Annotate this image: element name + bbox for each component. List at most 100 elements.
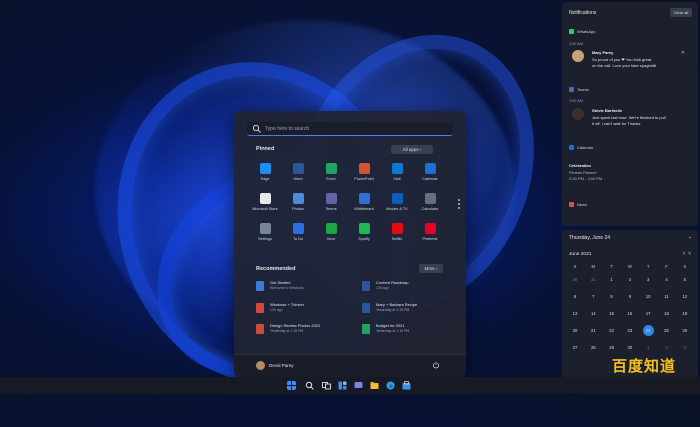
pinned-app-spotify[interactable]: Spotify (347, 223, 381, 241)
calendar-day[interactable]: 2 (621, 277, 639, 282)
calendar-day[interactable]: 25 (658, 328, 676, 333)
calendar-day[interactable]: 3 (676, 345, 694, 350)
calendar-day[interactable]: 21 (584, 328, 602, 333)
chat-icon[interactable] (354, 381, 363, 390)
widgets-icon[interactable] (338, 381, 347, 390)
more-button[interactable]: More › (419, 264, 443, 273)
pinned-app-teams[interactable]: Teams (314, 193, 348, 211)
spotify-icon (358, 223, 370, 234)
calendar-day[interactable]: 31 (584, 277, 602, 282)
notif-card-teams[interactable]: Stevie Bariholie Just spent last hour. W… (569, 106, 693, 134)
calendar-date-header: Thursday, June 24 (569, 235, 611, 241)
calendar-day[interactable]: 9 (621, 294, 639, 299)
task-view-icon[interactable] (322, 381, 331, 390)
calendar-day[interactable]: 24 (639, 328, 657, 333)
calendar-day[interactable]: 13 (566, 311, 584, 316)
pinned-app-excel[interactable]: Excel (314, 163, 348, 181)
close-icon[interactable]: ✕ (681, 50, 685, 56)
calendar-day[interactable]: 7 (584, 294, 602, 299)
notif-app-whatsapp: WhatsApp (569, 29, 595, 34)
calendar-day[interactable]: 8 (603, 294, 621, 299)
calculator-icon (424, 193, 436, 204)
pinned-app-edge[interactable]: Edge (248, 163, 282, 181)
calendar-day[interactable]: 28 (584, 345, 602, 350)
user-name[interactable]: Devid Parey (269, 363, 294, 368)
pinned-app-xbox[interactable]: Xbox (314, 223, 348, 241)
calendar-day[interactable]: 30 (566, 277, 584, 282)
calendar-day[interactable]: 18 (658, 311, 676, 316)
edge-icon[interactable] (386, 381, 395, 390)
pinned-app-whiteboard[interactable]: Whiteboard (347, 193, 381, 211)
calendar-day[interactable]: 2 (658, 345, 676, 350)
file-icon (362, 281, 370, 291)
pinned-app-powerpoint[interactable]: PowerPoint (347, 163, 381, 181)
recommended-item[interactable]: Content Roadmap 13h ago (362, 280, 457, 298)
calendar-day[interactable]: 6 (566, 294, 584, 299)
user-avatar[interactable] (256, 361, 265, 370)
all-apps-button[interactable]: All apps › (391, 145, 433, 154)
calendar-day[interactable]: 14 (584, 311, 602, 316)
pinned-app-mail[interactable]: Mail (380, 163, 414, 181)
taskbar (0, 377, 700, 394)
pinned-app-photos[interactable]: Photos (281, 193, 315, 211)
excel-icon (325, 163, 337, 174)
recommended-subtitle: Yesterday at 1:15 PM (376, 329, 410, 333)
recommended-item[interactable]: Get Started Welcome to Windows (256, 280, 351, 298)
calendar-day[interactable]: 3 (639, 277, 657, 282)
recommended-text: Mary + Barbara Recipe Yesterday at 1:15 P… (376, 302, 417, 312)
recommended-item[interactable]: Windows + Thinker 12h ago (256, 302, 351, 320)
page-dots[interactable] (458, 199, 460, 211)
recommended-title: Windows + Thinker (270, 302, 305, 307)
calendar-day[interactable]: 27 (566, 345, 584, 350)
file-explorer-icon[interactable] (370, 381, 379, 390)
calendar-day[interactable]: 11 (658, 294, 676, 299)
calendar-day[interactable]: 26 (676, 328, 694, 333)
pinned-app-to-do[interactable]: To Do (281, 223, 315, 241)
collapse-icon[interactable]: ⌄ (688, 234, 692, 240)
avatar (572, 50, 584, 62)
search-box[interactable]: Type here to search (247, 122, 453, 136)
windows-icon[interactable] (287, 381, 296, 390)
recommended-item[interactable]: Mary + Barbara Recipe Yesterday at 1:15 P… (362, 302, 457, 320)
recommended-subtitle: Yesterday at 1:15 PM (270, 329, 304, 333)
calendar-day[interactable]: 22 (603, 328, 621, 333)
calendar-day[interactable]: 19 (676, 311, 694, 316)
store-icon[interactable] (402, 381, 411, 390)
pinned-app-calculator[interactable]: Calculator (413, 193, 447, 211)
recommended-item[interactable]: Design Review Photos 2021 Yesterday at 1:… (256, 323, 351, 341)
watermark: 百度知道 (612, 357, 677, 375)
power-icon[interactable] (432, 361, 440, 369)
calendar-day[interactable]: 20 (566, 328, 584, 333)
calendar-icon (569, 145, 574, 150)
pinned-app-netflix[interactable]: Netflix (380, 223, 414, 241)
clear-all-button[interactable]: Clear all (670, 8, 692, 17)
pinned-app-settings[interactable]: Settings (248, 223, 282, 241)
calendar-day[interactable]: 30 (621, 345, 639, 350)
calendar-day[interactable]: 29 (603, 345, 621, 350)
calendar-day[interactable]: 15 (603, 311, 621, 316)
notif-card-whatsapp[interactable]: Mary Parey So proud of you ❤ You look gr… (569, 48, 693, 78)
pinned-app-pinterest[interactable]: Pinterest (413, 223, 447, 241)
pinned-app-calendar[interactable]: Calendar (413, 163, 447, 181)
pinned-app-word[interactable]: Word (281, 163, 315, 181)
chevron-down-icon[interactable]: ˅ (688, 251, 691, 257)
recommended-text: Windows + Thinker 12h ago (270, 302, 304, 312)
notif-card-calendar[interactable]: Celebration Fitness Planner 2:00 PM - 3:… (569, 155, 693, 189)
calendar-day[interactable]: 5 (676, 277, 694, 282)
month-nav[interactable]: ˄ ˅ (682, 251, 691, 257)
search-icon[interactable] (305, 381, 314, 390)
calendar-day[interactable]: 10 (639, 294, 657, 299)
calendar-day[interactable]: 16 (621, 311, 639, 316)
calendar-day[interactable]: 23 (621, 328, 639, 333)
calendar-month[interactable]: June 2021 (569, 252, 591, 257)
calendar-day[interactable]: 1 (603, 277, 621, 282)
calendar-day[interactable]: 12 (676, 294, 694, 299)
netflix-icon (391, 223, 403, 234)
pinned-app-microsoft-store[interactable]: Microsoft Store (248, 193, 282, 211)
calendar-day[interactable]: 1 (639, 345, 657, 350)
recommended-item[interactable]: Budget for 2021 Yesterday at 1:15 PM (362, 323, 457, 341)
chevron-up-icon[interactable]: ˄ (682, 251, 685, 257)
pinned-app-movies-tv[interactable]: Movies & TV (380, 193, 414, 211)
calendar-day[interactable]: 4 (658, 277, 676, 282)
calendar-day[interactable]: 17 (639, 311, 657, 316)
